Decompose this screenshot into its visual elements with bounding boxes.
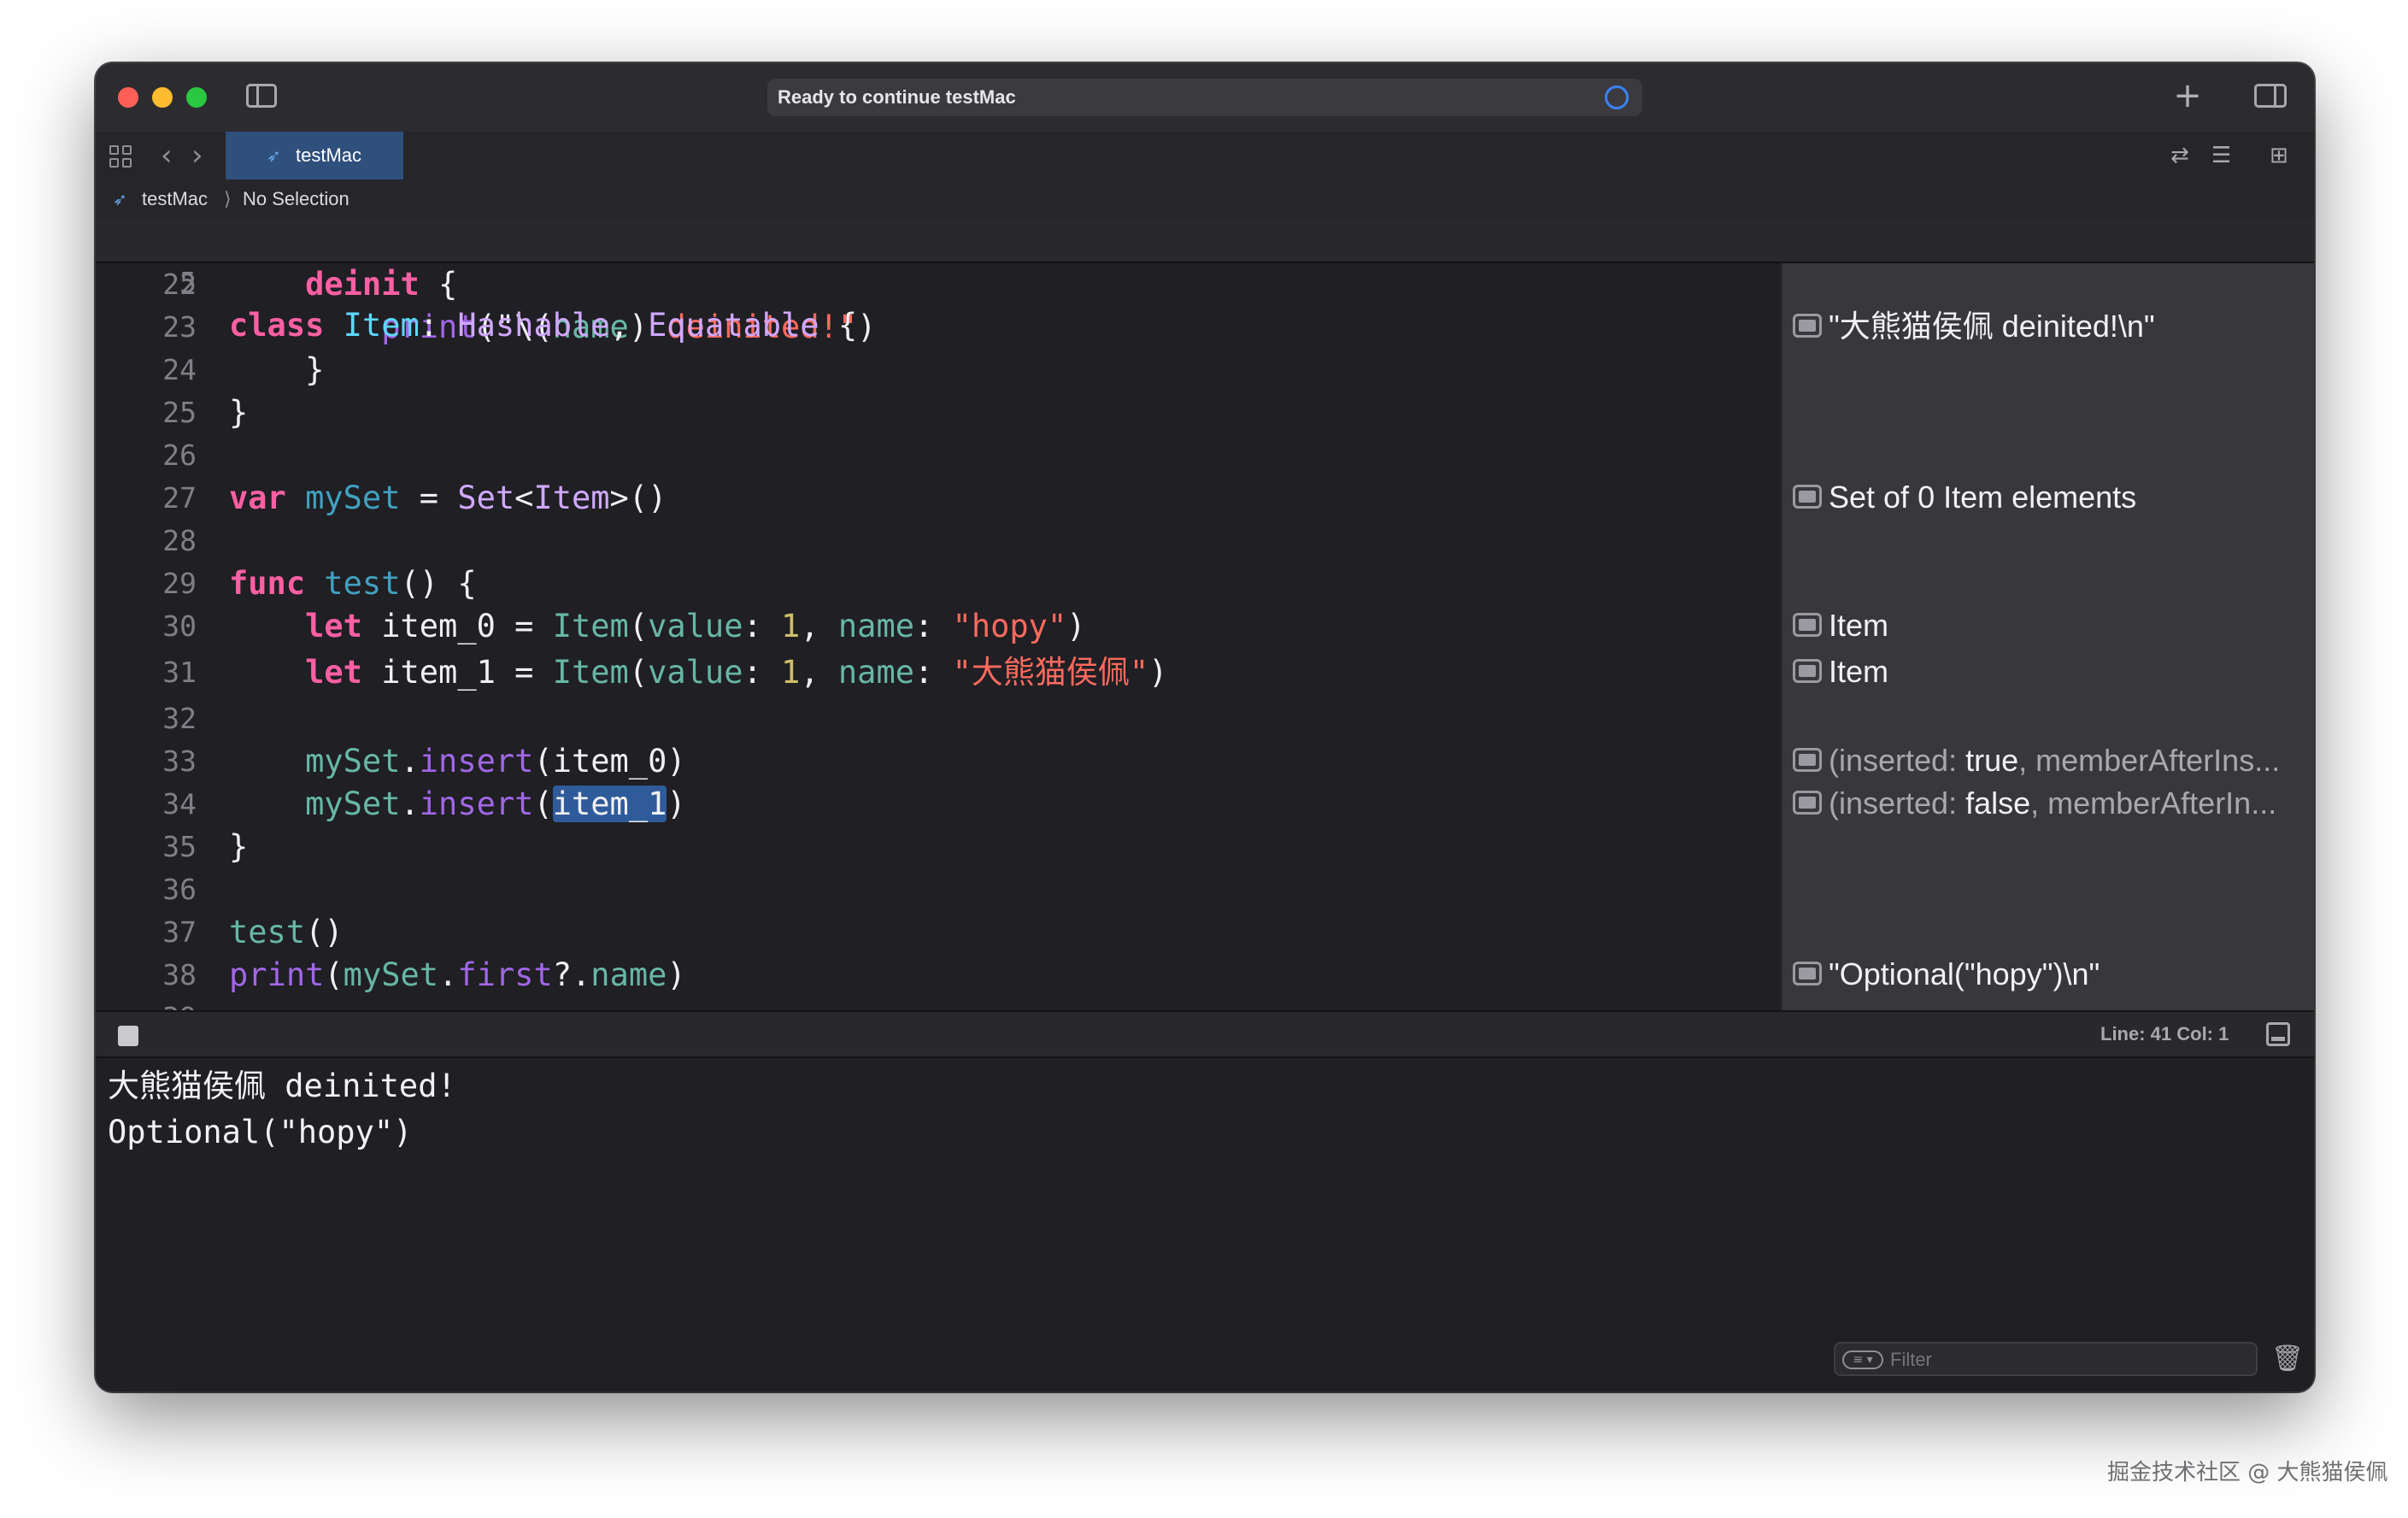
watermark-text: 掘金技术社区 @ 大熊猫侯佩 — [2107, 1460, 2388, 1486]
activity-status-text: Ready to continue testMac — [778, 86, 1016, 108]
result-line-33[interactable]: (inserted: true, memberAfterIns... — [1793, 744, 2305, 778]
jump-bar: ➶ testMac ⟩ No Selection — [96, 179, 2314, 221]
line-number: 29 — [162, 567, 197, 600]
code-line-27: var mySet = Set<Item>() — [229, 480, 667, 516]
line-number: 33 — [162, 744, 197, 778]
result-line-30[interactable]: Item — [1793, 609, 2305, 643]
code-line-24: } — [229, 351, 325, 388]
filter-input[interactable] — [1888, 1344, 2234, 1376]
line-number: 25 — [162, 396, 197, 429]
quick-look-icon[interactable] — [1793, 485, 1822, 509]
code-line-30: let item_0 = Item(value: 1, name: "hopy"… — [305, 608, 1086, 644]
xcode-window: Ready to continue testMac + ‹ › ➶ testMa… — [96, 63, 2314, 1392]
code-line-35: } — [229, 828, 249, 865]
quick-look-icon[interactable] — [1793, 748, 1822, 773]
results-sidebar: "大熊猫侯佩 deinited!\n" Set of 0 Item elemen… — [1781, 262, 2314, 1010]
navigate-back-icon[interactable]: ‹ — [161, 137, 173, 174]
zoom-window-button[interactable] — [186, 87, 207, 108]
code-line-38: print(mySet.first?.name) — [229, 956, 686, 993]
switch-editor-icon[interactable]: ⇄ — [2170, 144, 2189, 168]
navigator-toggle-icon[interactable] — [246, 84, 277, 108]
code-line-29: func test() { — [229, 565, 477, 602]
activity-viewer: Ready to continue testMac — [767, 79, 1642, 116]
swift-project-icon: ➶ — [113, 189, 127, 209]
tab-bar: ‹ › ➶ testMac ⇄ ☰ ⊞ — [96, 132, 2314, 181]
line-number: 38 — [162, 958, 197, 991]
related-items-grid-icon[interactable] — [109, 145, 132, 168]
selected-token[interactable]: item_1 — [552, 785, 667, 822]
code-line-37: test() — [229, 914, 344, 950]
line-number: 31 — [162, 656, 197, 689]
console-output-line: 大熊猫侯佩 deinited! — [108, 1068, 456, 1104]
line-number: 28 — [162, 524, 197, 557]
quick-look-icon[interactable] — [1793, 314, 1822, 338]
inspector-toggle-icon[interactable] — [2254, 84, 2287, 108]
quick-look-icon[interactable] — [1793, 613, 1822, 638]
sticky-header-line: 5 class Item: Hashable, Equatable { — [96, 219, 2314, 344]
code-line-5: class Item: Hashable, Equatable { — [229, 307, 858, 344]
source-editor[interactable]: 5 class Item: Hashable, Equatable { 22 2… — [96, 219, 2314, 1010]
code-line-22: deinit { — [305, 266, 458, 303]
stop-icon[interactable] — [118, 1026, 138, 1046]
add-plus-icon[interactable]: + — [2170, 77, 2205, 115]
breadcrumb-project[interactable]: testMac — [142, 179, 208, 219]
line-number: 35 — [162, 830, 197, 863]
add-editor-icon[interactable]: ⊞ — [2270, 144, 2288, 168]
quick-look-icon[interactable] — [1793, 791, 1822, 815]
filter-options-icon[interactable]: ≡ ▾ — [1842, 1350, 1883, 1369]
console-toggle-icon[interactable] — [2266, 1022, 2290, 1046]
result-line-23[interactable]: "大熊猫侯佩 deinited!\n" — [1793, 309, 2305, 344]
breadcrumb-separator: ⟩ — [224, 188, 232, 209]
tab-testmac[interactable]: ➶ testMac — [226, 132, 403, 179]
trash-icon[interactable]: 🗑 — [2271, 1344, 2304, 1374]
navigate-forward-icon[interactable]: › — [191, 137, 203, 174]
minimize-window-button[interactable] — [152, 87, 173, 108]
editor-options-icon[interactable]: ☰ — [2211, 144, 2231, 168]
console-output-line: Optional("hopy") — [108, 1114, 413, 1150]
quick-look-icon[interactable] — [1793, 962, 1822, 986]
line-number: 34 — [162, 787, 197, 821]
result-line-27[interactable]: Set of 0 Item elements — [1793, 480, 2305, 515]
result-line-38[interactable]: "Optional("hopy")\n" — [1793, 957, 2305, 991]
line-number: 32 — [162, 702, 197, 735]
close-window-button[interactable] — [118, 87, 138, 108]
breadcrumb-selection[interactable]: No Selection — [243, 179, 349, 219]
code-line-25: } — [229, 394, 249, 431]
code-line-33: mySet.insert(item_0) — [305, 743, 686, 780]
result-line-34[interactable]: (inserted: false, memberAfterIn... — [1793, 786, 2305, 821]
code-line-34: mySet.insert(item_1) — [305, 785, 686, 822]
quick-look-icon[interactable] — [1793, 659, 1822, 684]
title-bar: Ready to continue testMac + — [96, 63, 2314, 133]
line-number: 36 — [162, 873, 197, 906]
tab-label: testMac — [296, 144, 362, 166]
debug-bar: Line: 41 Col: 1 — [96, 1010, 2314, 1058]
line-number: 26 — [162, 438, 197, 472]
console-area[interactable]: 大熊猫侯佩 deinited! Optional("hopy") ≡ ▾ 🗑 — [96, 1058, 2314, 1392]
line-number: 30 — [162, 609, 197, 643]
swift-file-icon: ➶ — [267, 145, 281, 166]
line-number: 27 — [162, 481, 197, 515]
result-line-31[interactable]: Item — [1793, 655, 2305, 689]
console-filter[interactable]: ≡ ▾ — [1834, 1342, 2258, 1376]
code-line-31: let item_1 = Item(value: 1, name: "大熊猫侯佩… — [305, 654, 1168, 691]
progress-spinner-icon — [1605, 85, 1629, 109]
line-number: 37 — [162, 915, 197, 949]
line-number: 39 — [96, 997, 197, 1010]
line-column-indicator: Line: 41 Col: 1 — [2100, 1023, 2229, 1044]
line-number: 5 — [179, 266, 197, 299]
